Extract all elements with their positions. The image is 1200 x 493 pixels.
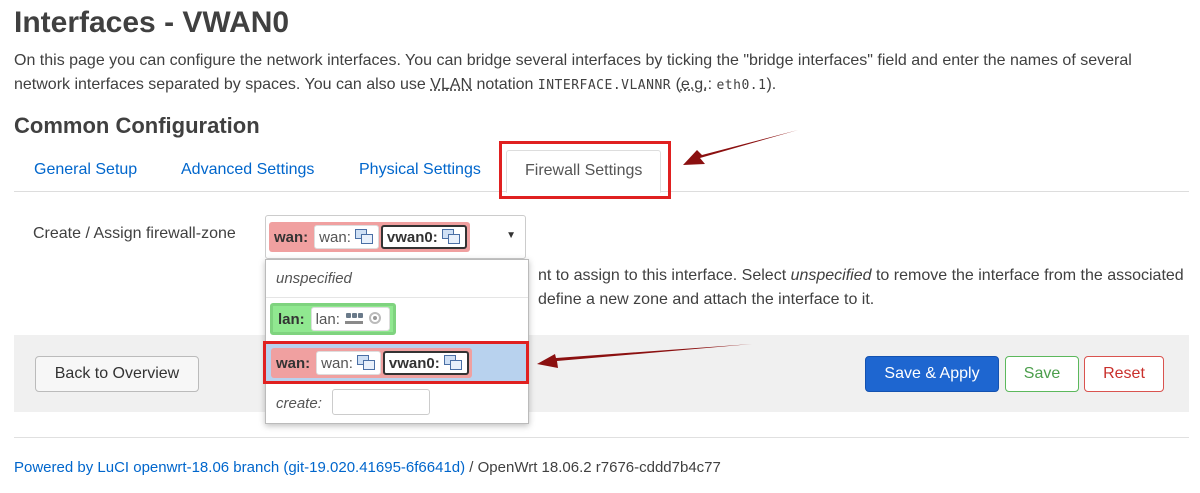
create-zone-input[interactable]: [332, 389, 430, 415]
option-create: create:: [266, 384, 528, 424]
back-to-overview-button[interactable]: Back to Overview: [35, 356, 199, 392]
zone-name: wan:: [274, 228, 309, 246]
section-title: Common Configuration: [14, 113, 260, 138]
option-wan[interactable]: wan: wan: vwan0:: [266, 342, 528, 384]
network-pill-wan: wan:: [316, 351, 381, 375]
option-unspecified[interactable]: unspecified: [266, 260, 528, 298]
network-pill-lan: lan:: [310, 307, 390, 331]
luci-link[interactable]: Powered by LuCI openwrt-18.06 branch (gi…: [14, 459, 465, 476]
tab-physical-settings[interactable]: Physical Settings: [359, 150, 481, 192]
network-icon: [443, 354, 463, 372]
wifi-icon: [365, 310, 385, 328]
save-button[interactable]: Save: [1005, 356, 1079, 392]
network-pill-wan: wan:: [314, 225, 379, 249]
footer-divider: [14, 437, 1189, 438]
footer: Powered by LuCI openwrt-18.06 branch (gi…: [14, 459, 721, 476]
tab-advanced-settings[interactable]: Advanced Settings: [181, 150, 314, 192]
firewall-zone-dropdown: unspecified lan: lan: wan: wan: vwan0: c…: [265, 259, 529, 424]
tab-bar: General Setup Advanced Settings Physical…: [14, 150, 1189, 193]
code-eth: eth0.1: [716, 78, 767, 93]
tab-firewall-settings[interactable]: Firewall Settings: [506, 150, 662, 193]
chevron-down-icon[interactable]: ▼: [506, 230, 516, 241]
wan-zone-badge: wan: wan: vwan0:: [271, 348, 472, 378]
network-icon: [356, 354, 376, 372]
eg-abbr: e.g.: [680, 76, 708, 93]
network-icon: [354, 228, 374, 246]
code-interface-vlannr: INTERFACE.VLANNR: [537, 78, 672, 93]
reset-button[interactable]: Reset: [1084, 356, 1164, 392]
ethernet-icon: [343, 310, 365, 328]
action-bar: Back to Overview Save & Apply Save Reset: [14, 335, 1189, 412]
create-label: create:: [276, 395, 322, 412]
selected-zone-badge: wan: wan: vwan0:: [269, 222, 470, 252]
firewall-zone-label: Create / Assign firewall-zone: [33, 225, 236, 242]
page-description: On this page you can configure the netwo…: [14, 52, 1132, 93]
option-lan[interactable]: lan: lan:: [266, 298, 528, 342]
firewall-zone-select[interactable]: wan: wan: vwan0: ▼: [265, 215, 526, 259]
lan-zone-badge: lan: lan:: [270, 303, 396, 335]
network-icon: [441, 228, 461, 246]
page-title: Interfaces - VWAN0: [14, 6, 290, 39]
network-pill-vwan0: vwan0:: [382, 351, 469, 375]
network-pill-vwan0: vwan0:: [380, 225, 467, 249]
vlan-abbr: VLAN: [430, 76, 473, 93]
tab-general-setup[interactable]: General Setup: [34, 150, 137, 192]
save-apply-button[interactable]: Save & Apply: [865, 356, 999, 392]
